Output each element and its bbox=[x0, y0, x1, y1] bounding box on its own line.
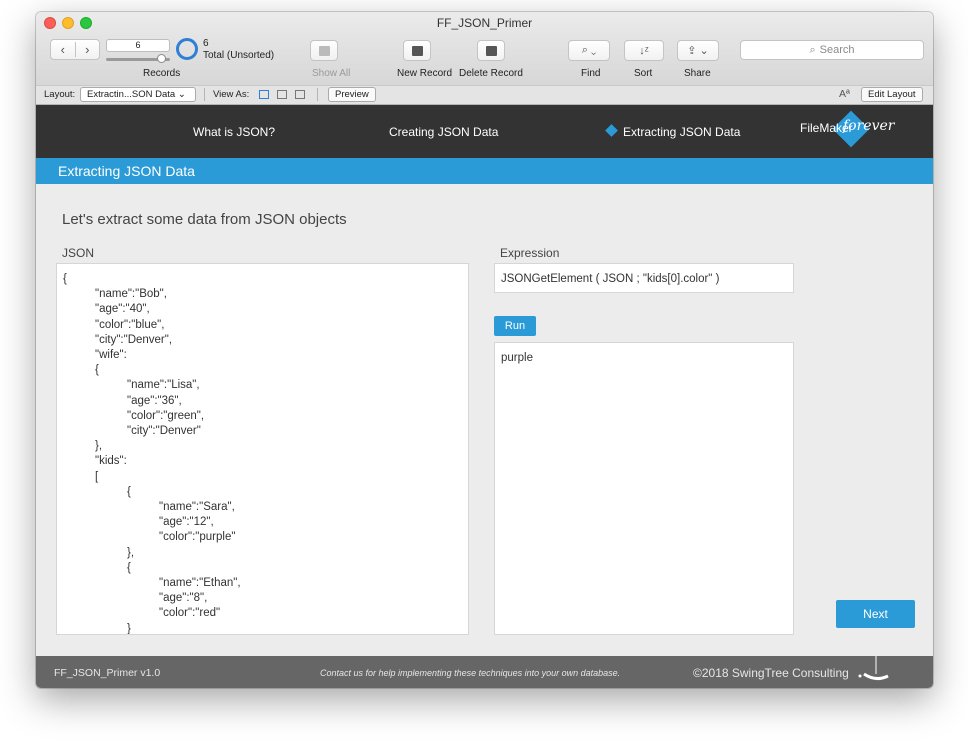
result-field[interactable]: purple bbox=[494, 342, 794, 635]
layout-bar: Layout: Extractin...SON Data ⌄ View As: … bbox=[36, 85, 933, 105]
logo-script: forever bbox=[843, 118, 895, 134]
next-record-icon[interactable]: › bbox=[76, 42, 100, 57]
chevron-down-icon: ⌄ bbox=[177, 89, 186, 100]
json-label: JSON bbox=[62, 246, 95, 260]
preview-button[interactable]: Preview bbox=[328, 87, 376, 102]
find-button[interactable]: ⌕ ⌄ bbox=[568, 40, 610, 61]
show-all-icon bbox=[318, 45, 330, 56]
font-size-icon[interactable]: Aª bbox=[839, 88, 850, 100]
form-view-icon[interactable] bbox=[259, 90, 269, 99]
found-count: 6 bbox=[203, 38, 209, 49]
divider bbox=[204, 88, 205, 101]
new-record-button[interactable] bbox=[403, 40, 431, 61]
previous-record-icon[interactable]: ‹ bbox=[51, 42, 76, 57]
json-text: { "name":"Bob", "age":"40", "color":"blu… bbox=[63, 273, 241, 634]
nav-creating-json-data[interactable]: Creating JSON Data bbox=[389, 125, 498, 139]
table-view-icon[interactable] bbox=[295, 90, 305, 99]
delete-record-label: Delete Record bbox=[459, 68, 523, 79]
result-value: purple bbox=[501, 352, 533, 364]
layout-label: Layout: bbox=[44, 89, 76, 100]
top-navigation: What is JSON? Creating JSON Data Extract… bbox=[36, 105, 933, 158]
magnifier-icon: ⌕ ⌄ bbox=[581, 44, 597, 56]
search-icon: ⌕ bbox=[809, 43, 816, 56]
expression-field[interactable]: JSONGetElement ( JSON ; "kids[0].color" … bbox=[494, 263, 794, 293]
minus-icon bbox=[485, 45, 497, 56]
current-page-diamond-icon bbox=[605, 124, 618, 137]
sort-label: Sort bbox=[634, 68, 653, 79]
found-set-pie-icon bbox=[176, 38, 198, 60]
copyright-text: ©2018 SwingTree Consulting bbox=[693, 666, 849, 680]
list-view-icon[interactable] bbox=[277, 90, 287, 99]
sort-icon: ↓ᶻ bbox=[639, 44, 649, 57]
layout-select-value: Extractin...SON Data bbox=[87, 89, 176, 100]
nav-what-is-json[interactable]: What is JSON? bbox=[193, 125, 275, 139]
record-slider-handle[interactable] bbox=[157, 54, 166, 63]
delete-record-button[interactable] bbox=[477, 40, 505, 61]
version-label: FF_JSON_Primer v1.0 bbox=[54, 667, 161, 679]
page-heading: Let's extract some data from JSON object… bbox=[62, 211, 347, 228]
records-label: Records bbox=[143, 68, 181, 79]
show-all-button[interactable] bbox=[310, 40, 338, 61]
found-total: Total (Unsorted) bbox=[203, 50, 275, 61]
record-navigation[interactable]: ‹ › bbox=[50, 39, 100, 60]
app-window: FF_JSON_Primer ‹ › 6 Records 6 Total (Un… bbox=[36, 12, 933, 688]
section-title: Extracting JSON Data bbox=[36, 158, 933, 184]
layout-select[interactable]: Extractin...SON Data ⌄ bbox=[80, 87, 196, 102]
find-label: Find bbox=[581, 68, 601, 79]
main-content: Let's extract some data from JSON object… bbox=[36, 184, 933, 656]
plus-icon bbox=[411, 45, 423, 56]
divider bbox=[317, 88, 318, 101]
run-button[interactable]: Run bbox=[494, 316, 536, 336]
current-record-field[interactable]: 6 bbox=[106, 39, 170, 52]
sort-button[interactable]: ↓ᶻ bbox=[624, 40, 664, 61]
search-placeholder: Search bbox=[819, 44, 855, 56]
show-all-label: Show All bbox=[312, 68, 351, 79]
search-field[interactable]: ⌕ Search bbox=[740, 40, 924, 60]
next-button[interactable]: Next bbox=[836, 600, 915, 628]
share-button[interactable]: ⇪ ⌄ bbox=[677, 40, 719, 61]
share-icon: ⇪ ⌄ bbox=[687, 45, 709, 57]
share-label: Share bbox=[684, 68, 711, 79]
nav-extracting-json-data[interactable]: Extracting JSON Data bbox=[623, 125, 740, 139]
new-record-label: New Record bbox=[397, 68, 453, 79]
json-field[interactable]: { "name":"Bob", "age":"40", "color":"blu… bbox=[56, 263, 469, 635]
footer: FF_JSON_Primer v1.0 Contact us for help … bbox=[36, 656, 933, 688]
contact-text: Contact us for help implementing these t… bbox=[320, 668, 621, 678]
window-title: FF_JSON_Primer bbox=[436, 16, 533, 30]
expression-value: JSONGetElement ( JSON ; "kids[0].color" … bbox=[501, 273, 720, 285]
view-as-label: View As: bbox=[213, 89, 250, 100]
expression-label: Expression bbox=[500, 246, 560, 260]
edit-layout-button[interactable]: Edit Layout bbox=[861, 87, 923, 102]
swing-logo-icon bbox=[858, 656, 889, 681]
